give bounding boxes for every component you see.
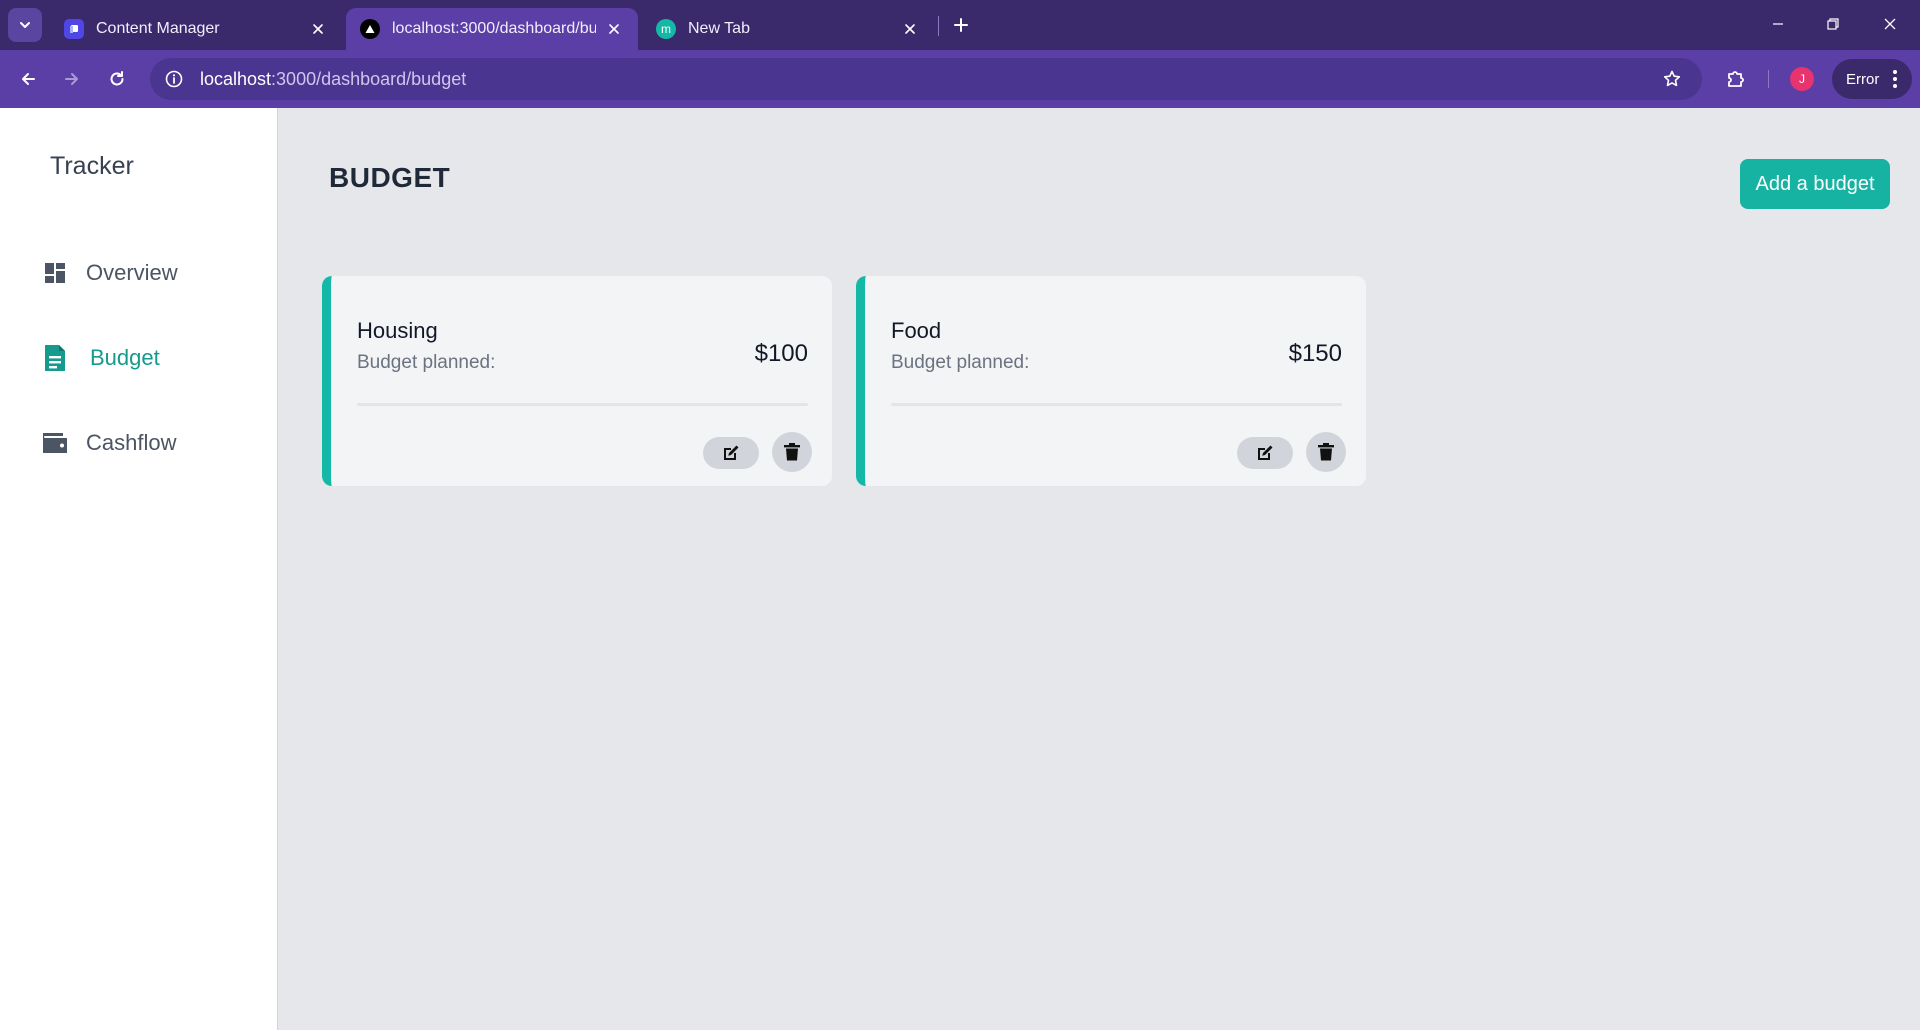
puzzle-icon: [1728, 71, 1744, 87]
arrow-left-icon: [22, 73, 35, 85]
vercel-triangle-icon: [360, 19, 380, 39]
restore-icon: [1827, 18, 1839, 30]
url-path: :3000/dashboard/budget: [271, 68, 467, 89]
edit-icon: [1258, 445, 1273, 460]
close-icon[interactable]: [308, 19, 328, 39]
profile-avatar[interactable]: J: [1790, 67, 1814, 91]
toolbar-separator: [1768, 70, 1769, 88]
content-manager-icon: [64, 19, 84, 39]
delete-budget-button[interactable]: [772, 432, 812, 472]
add-budget-button[interactable]: Add a budget: [1740, 159, 1890, 209]
card-divider: [357, 403, 808, 406]
plus-icon: [954, 18, 968, 32]
back-button[interactable]: [12, 63, 44, 95]
sidebar-item-label: Overview: [86, 260, 178, 285]
delete-budget-button[interactable]: [1306, 432, 1346, 472]
reload-button[interactable]: [101, 63, 133, 95]
forward-button[interactable]: [56, 63, 88, 95]
reload-icon: [110, 71, 124, 86]
budget-card-amount: $150: [1288, 340, 1342, 367]
restore-button[interactable]: [1813, 8, 1853, 40]
main-content: BUDGET Add a budget Housing Budget plann…: [279, 108, 1920, 1030]
new-tab-button[interactable]: [946, 10, 976, 40]
minimize-button[interactable]: [1758, 8, 1798, 40]
budget-card: Housing Budget planned: $100: [322, 276, 832, 486]
budget-card-name: Food: [891, 318, 942, 343]
dashboard-grid-icon: [40, 258, 70, 288]
page-title: BUDGET: [329, 162, 451, 193]
bookmark-star-icon[interactable]: [1660, 67, 1684, 91]
url-text: localhost:3000/dashboard/budget: [200, 69, 466, 90]
trash-icon: [784, 443, 800, 461]
browser-tab-strip: Content Manager localhost:3000/dashboard…: [0, 0, 1920, 50]
tab-title: New Tab: [688, 20, 750, 37]
browser-tab-new-tab[interactable]: m New Tab: [642, 8, 934, 50]
sidebar-item-overview[interactable]: Overview: [40, 253, 178, 293]
minimize-icon: [1773, 23, 1783, 25]
card-divider: [891, 403, 1342, 406]
trash-icon: [1318, 443, 1334, 461]
edit-icon: [724, 445, 739, 460]
sidebar: Tracker Overview Budget Cashflow: [0, 108, 278, 1030]
budget-card: Food Budget planned: $150: [856, 276, 1366, 486]
wallet-icon: [40, 428, 70, 458]
sidebar-item-budget[interactable]: Budget: [40, 338, 160, 378]
error-menu-button[interactable]: Error: [1832, 59, 1912, 99]
edit-budget-button[interactable]: [703, 437, 759, 469]
chevron-down-icon: [20, 22, 30, 28]
tab-separator: [938, 16, 939, 36]
budget-card-subtitle: Budget planned:: [357, 352, 496, 373]
document-icon: [40, 343, 70, 373]
sidebar-item-cashflow[interactable]: Cashflow: [40, 423, 176, 463]
edit-budget-button[interactable]: [1237, 437, 1293, 469]
browser-tab-content-manager[interactable]: Content Manager: [50, 8, 342, 50]
budget-card-name: Housing: [357, 318, 438, 343]
close-icon[interactable]: [900, 19, 920, 39]
budget-card-subtitle: Budget planned:: [891, 352, 1030, 373]
close-icon[interactable]: [604, 19, 624, 39]
close-icon: [1884, 18, 1896, 30]
arrow-right-icon: [65, 73, 78, 85]
window-close-button[interactable]: [1870, 8, 1910, 40]
browser-toolbar: localhost:3000/dashboard/budget J Error: [0, 50, 1920, 108]
app-brand[interactable]: Tracker: [50, 152, 134, 181]
address-bar[interactable]: localhost:3000/dashboard/budget: [150, 58, 1702, 100]
site-info-icon[interactable]: [162, 67, 186, 91]
m-circle-icon: m: [656, 19, 676, 39]
extensions-button[interactable]: [1720, 63, 1752, 95]
error-label: Error: [1846, 70, 1880, 88]
tab-title: Content Manager: [96, 20, 220, 37]
sidebar-item-label: Budget: [90, 345, 160, 370]
url-host: localhost: [200, 68, 272, 89]
tab-title: localhost:3000/dashboard/budget: [392, 20, 596, 37]
more-vertical-icon: [1893, 70, 1897, 88]
budget-card-amount: $100: [754, 340, 808, 367]
tab-search-button[interactable]: [8, 8, 42, 42]
sidebar-item-label: Cashflow: [86, 430, 177, 455]
browser-tab-budget[interactable]: localhost:3000/dashboard/budget: [346, 8, 638, 50]
